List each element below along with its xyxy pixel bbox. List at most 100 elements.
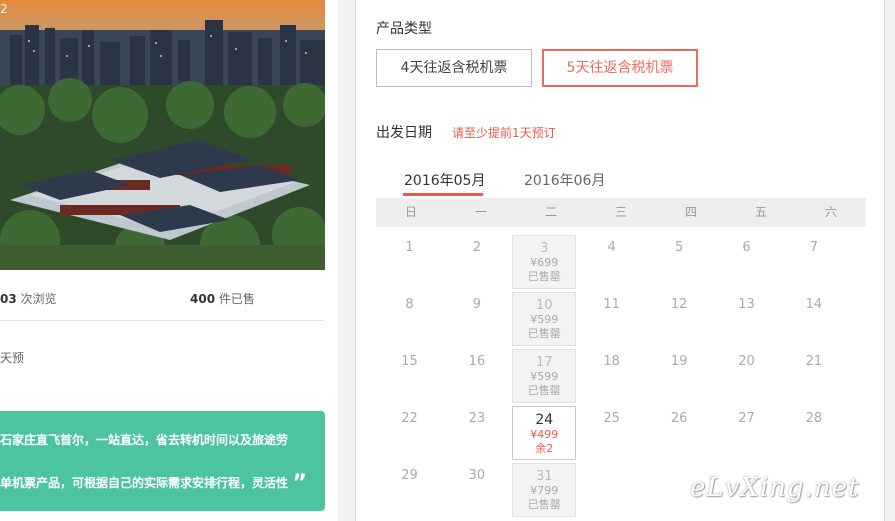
calendar-day-1: 1 <box>378 235 442 289</box>
weekday-label: 三 <box>614 205 627 219</box>
calendar-day-12: 12 <box>647 292 711 346</box>
day-price: ¥599 <box>530 370 559 383</box>
booking-panel: 产品类型 4天往返含税机票 5天往返含税机票 出发日期 请至少提前1天预订 20… <box>355 0 885 521</box>
palace-image <box>0 0 325 270</box>
product-panel: 2 03 次浏览 400 件已售 天预 石家庄直飞首尔，一站直达，省去转机时间以… <box>0 0 338 521</box>
active-tab-underline <box>403 193 483 196</box>
product-description: 石家庄直飞首尔，一站直达，省去转机时间以及旅途劳 单机票产品，可根据自己的实际需… <box>0 411 325 511</box>
day-number: 18 <box>603 354 620 369</box>
advance-booking-note: 天预 <box>0 351 25 365</box>
calendar-day-22: 22 <box>378 406 442 460</box>
gallery-index: 2 <box>0 2 8 16</box>
weekday-label: 六 <box>824 205 837 219</box>
day-status: 余2 <box>535 442 554 455</box>
day-number: 17 <box>536 355 553 370</box>
day-status: 已售罄 <box>527 270 561 283</box>
calendar-day-2: 2 <box>445 235 509 289</box>
calendar-day-8: 8 <box>378 292 442 346</box>
day-number: 10 <box>536 298 553 313</box>
day-price: ¥599 <box>530 313 559 326</box>
day-price: ¥499 <box>530 428 559 441</box>
product-photo[interactable]: 2 <box>0 0 325 270</box>
weekday-header: 日 一 二 三 四 五 六 <box>376 198 866 227</box>
views-count: 03 次浏览 <box>0 292 57 306</box>
calendar-day-11: 11 <box>580 292 644 346</box>
day-number: 14 <box>805 297 823 312</box>
calendar-day-20: 20 <box>715 349 779 403</box>
calendar-day-28: 28 <box>782 406 846 460</box>
calendar-day-5: 5 <box>647 235 711 289</box>
day-price: ¥699 <box>530 256 559 269</box>
day-number: 29 <box>401 468 418 483</box>
day-number: 2 <box>472 240 482 255</box>
calendar-day-30: 30 <box>445 463 509 517</box>
day-number: 30 <box>468 468 486 483</box>
calendar-day-18: 18 <box>580 349 644 403</box>
product-option-5day[interactable]: 5天往返含税机票 <box>542 49 698 87</box>
day-status: 已售罄 <box>527 498 561 511</box>
calendar-day-4: 4 <box>580 235 644 289</box>
calendar-day-19: 19 <box>647 349 711 403</box>
quote-mark-icon: ” <box>292 471 307 496</box>
calendar-day-27: 27 <box>715 406 779 460</box>
calendar-day-24[interactable]: 24 ¥499 余2 <box>512 406 577 460</box>
day-number: 21 <box>805 354 823 369</box>
description-line-2: 单机票产品，可根据自己的实际需求安排行程，灵活性 <box>0 476 289 490</box>
sold-count: 400 件已售 <box>190 292 255 306</box>
day-number: 28 <box>805 411 823 426</box>
day-number: 16 <box>468 354 486 369</box>
day-number: 26 <box>670 411 688 426</box>
calendar-day-3: 3 ¥699 已售罄 <box>512 235 577 289</box>
day-number: 3 <box>540 241 549 256</box>
day-number: 24 <box>535 412 554 428</box>
departure-date-title: 出发日期 <box>376 125 432 141</box>
calendar-day-6: 6 <box>715 235 779 289</box>
weekday-label: 五 <box>754 205 767 219</box>
calendar-day-26: 26 <box>647 406 711 460</box>
day-number: 1 <box>405 240 414 255</box>
calendar-day-7: 7 <box>782 235 846 289</box>
day-number: 22 <box>401 411 418 426</box>
calendar-day-29: 29 <box>378 463 442 517</box>
calendar-day-13: 13 <box>715 292 779 346</box>
day-number: 23 <box>468 411 486 426</box>
day-status: 已售罄 <box>527 327 561 340</box>
day-number: 11 <box>603 297 620 312</box>
day-price: ¥799 <box>530 484 559 497</box>
weekday-label: 四 <box>684 205 697 219</box>
day-number: 8 <box>405 297 414 312</box>
weekday-label: 日 <box>404 205 417 219</box>
calendar-day-10: 10 ¥599 已售罄 <box>512 292 577 346</box>
weekday-label: 一 <box>474 205 487 219</box>
day-number: 31 <box>536 469 553 484</box>
day-number: 9 <box>472 297 482 312</box>
day-number: 15 <box>401 354 418 369</box>
day-number: 27 <box>738 411 755 426</box>
calendar-day-25: 25 <box>580 406 644 460</box>
calendar-day-9: 9 <box>445 292 509 346</box>
calendar-day-15: 15 <box>378 349 442 403</box>
weekday-label: 二 <box>544 205 557 219</box>
day-number: 4 <box>607 240 616 255</box>
product-option-4day[interactable]: 4天往返含税机票 <box>376 49 532 87</box>
day-number: 6 <box>742 240 751 255</box>
calendar-day-21: 21 <box>782 349 846 403</box>
day-status: 已售罄 <box>527 384 561 397</box>
departure-hint: 请至少提前1天预订 <box>452 126 556 140</box>
calendar-day-16: 16 <box>445 349 509 403</box>
day-number: 19 <box>670 354 688 369</box>
calendar-day-31: 31 ¥799 已售罄 <box>512 463 577 517</box>
calendar-day-14: 14 <box>782 292 846 346</box>
day-number: 25 <box>603 411 620 426</box>
description-line-1: 石家庄直飞首尔，一站直达，省去转机时间以及旅途劳 <box>0 433 289 447</box>
day-number: 7 <box>809 240 819 255</box>
tab-2016-06[interactable]: 2016年06月 <box>524 170 605 190</box>
day-number: 12 <box>670 297 688 312</box>
day-number: 20 <box>738 354 755 369</box>
calendar-day-17: 17 ¥599 已售罄 <box>512 349 577 403</box>
day-number: 13 <box>738 297 755 312</box>
product-type-title: 产品类型 <box>376 21 432 37</box>
watermark: eLvXing.net <box>690 473 860 503</box>
tab-2016-05[interactable]: 2016年05月 <box>404 170 485 190</box>
calendar-day-23: 23 <box>445 406 509 460</box>
